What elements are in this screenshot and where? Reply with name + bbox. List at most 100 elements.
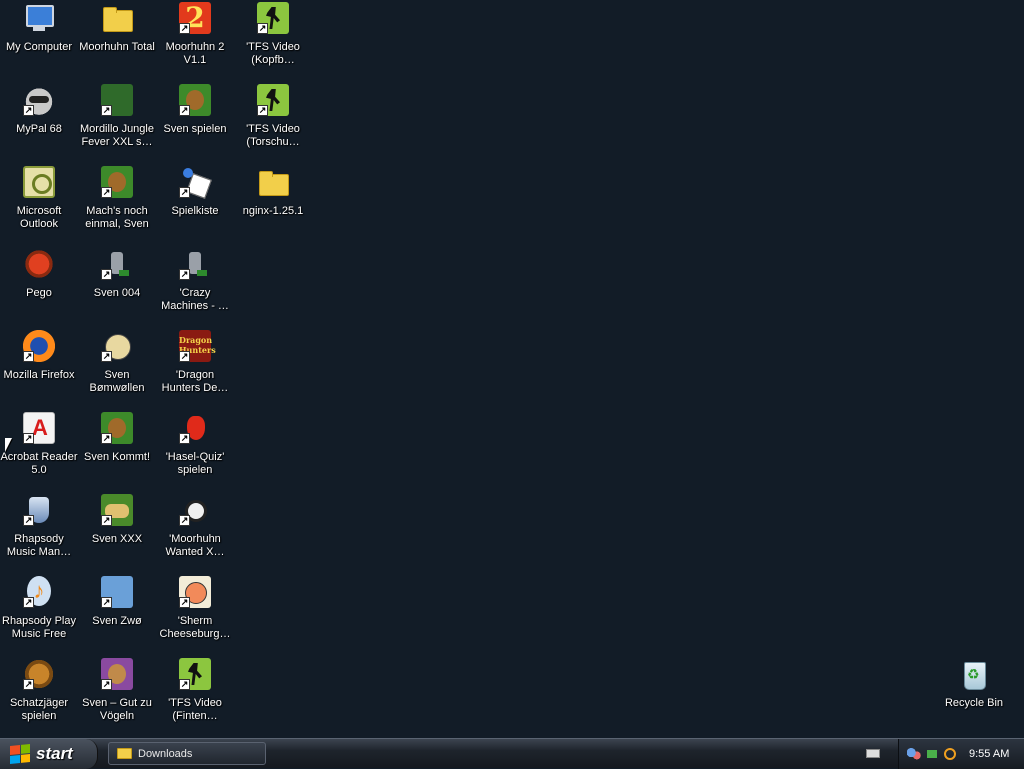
desktop-icon-sven-bomwollen[interactable]: ↗ Sven Bømwøllen <box>78 328 156 395</box>
desktop-icon-label: Mach's noch einmal, Sven <box>85 205 149 230</box>
desktop-icon-label: Sven Bømwøllen <box>89 369 145 394</box>
desktop-icon-pego[interactable]: Pego <box>0 246 78 300</box>
crazy-machines-icon: ↗ <box>179 248 211 280</box>
desktop-icon-label: 'Moorhuhn Wanted X… <box>165 533 225 558</box>
sven-gut-icon: ↗ <box>101 658 133 690</box>
dragon-hunters-icon: Dragon Hunters ↗ <box>179 330 216 362</box>
desktop-icon-schatzjaeger[interactable]: ↗ Schatzjäger spielen <box>0 656 78 723</box>
desktop-icon-my-computer[interactable]: My Computer <box>0 0 78 54</box>
desktop-icon-firefox[interactable]: ↗ Mozilla Firefox <box>0 328 78 382</box>
users-icon[interactable] <box>907 747 921 761</box>
sven-spielen-icon: ↗ <box>179 84 211 116</box>
desktop-icon-label: 'TFS Video (Torschu… <box>246 123 300 148</box>
desktop-icon-label: Sven XXX <box>91 533 143 545</box>
tfs-video-icon: ↗ <box>179 658 211 690</box>
desktop-icon-label: nginx-1.25.1 <box>242 205 304 217</box>
schatzjaeger-icon: ↗ <box>23 658 55 690</box>
desktop-icon-hasel-quiz[interactable]: ↗ 'Hasel-Quiz' spielen <box>156 410 234 477</box>
folder-icon <box>101 2 133 34</box>
clock[interactable]: 9:55 AM <box>969 748 1009 760</box>
desktop-icon-label: Pego <box>26 287 52 299</box>
sven-bomwollen-icon: ↗ <box>101 330 133 362</box>
desktop-icon-crazy-machines[interactable]: ↗ 'Crazy Machines - … <box>156 246 234 313</box>
shortcut-arrow-icon: ↗ <box>101 105 112 116</box>
shortcut-arrow-icon: ↗ <box>23 105 34 116</box>
sven-kommt-icon: ↗ <box>101 412 133 444</box>
desktop-icon-label: Sven – Gut zu Vögeln <box>82 697 152 722</box>
desktop: My Computer ↗ MyPal 68 Microsoft Outlook… <box>0 0 1024 738</box>
network-icon[interactable] <box>925 747 939 761</box>
desktop-icon-tfs-video-torschu[interactable]: ↗ 'TFS Video (Torschu… <box>234 82 312 149</box>
shortcut-arrow-icon: ↗ <box>179 679 190 690</box>
rhapsody-icon: ↗ <box>23 494 55 526</box>
desktop-icon-dragon-hunters[interactable]: Dragon Hunters ↗ 'Dragon Hunters De… <box>156 328 234 395</box>
desktop-icon-label: Moorhuhn Total <box>79 41 155 53</box>
shortcut-arrow-icon: ↗ <box>179 187 190 198</box>
desktop-icon-sven-gut-zu-voegeln[interactable]: ↗ Sven – Gut zu Vögeln <box>78 656 156 723</box>
my-computer-icon <box>23 2 55 34</box>
desktop-icon-label: Schatzjäger spielen <box>9 697 69 722</box>
desktop-icon-tfs-video-finten[interactable]: ↗ 'TFS Video (Finten… <box>156 656 234 723</box>
keyboard-icon[interactable] <box>866 749 880 758</box>
desktop-icon-label: My Computer <box>5 41 73 53</box>
desktop-icon-sven-kommt[interactable]: ↗ Sven Kommt! <box>78 410 156 464</box>
recycle-bin-icon <box>958 658 990 690</box>
shortcut-arrow-icon: ↗ <box>179 597 190 608</box>
desktop-icon-moorhuhn-2[interactable]: 2 ↗ Moorhuhn 2 V1.1 <box>156 0 234 67</box>
mordillo-icon: ↗ <box>101 84 133 116</box>
shortcut-arrow-icon: ↗ <box>179 23 190 34</box>
sven-004-icon: ↗ <box>101 248 133 280</box>
taskbar-window-label: Downloads <box>138 747 193 760</box>
desktop-icon-sven-xxx[interactable]: ↗ Sven XXX <box>78 492 156 546</box>
folder-icon <box>257 166 289 198</box>
desktop-icon-recycle-bin[interactable]: Recycle Bin <box>935 656 1013 710</box>
desktop-icon-label: 'Sherm Cheeseburg… <box>159 615 231 640</box>
desktop-icon-spielkiste[interactable]: ↗ Spielkiste <box>156 164 234 218</box>
desktop-icon-sherm[interactable]: ↗ 'Sherm Cheeseburg… <box>156 574 234 641</box>
moorhuhn-wanted-icon: ↗ <box>179 494 211 526</box>
sherm-icon: ↗ <box>179 576 211 608</box>
desktop-icon-sven-spielen[interactable]: ↗ Sven spielen <box>156 82 234 136</box>
desktop-icon-mypal[interactable]: ↗ MyPal 68 <box>0 82 78 136</box>
desktop-icon-label: Moorhuhn 2 V1.1 <box>165 41 225 66</box>
desktop-icon-moorhuhn-total[interactable]: Moorhuhn Total <box>78 0 156 54</box>
sven-icon: ↗ <box>101 166 133 198</box>
desktop-icon-rhapsody-play[interactable]: ↗ Rhapsody Play Music Free <box>0 574 78 641</box>
outlook-icon <box>23 166 55 198</box>
desktop-icon-label: 'Dragon Hunters De… <box>161 369 229 394</box>
desktop-icon-rhapsody[interactable]: ↗ Rhapsody Music Man… <box>0 492 78 559</box>
shortcut-arrow-icon: ↗ <box>101 433 112 444</box>
spielkiste-icon: ↗ <box>179 166 211 198</box>
taskbar: start Downloads 9:55 AM <box>0 738 1024 769</box>
desktop-icon-tfs-video-kopfb[interactable]: ↗ 'TFS Video (Kopfb… <box>234 0 312 67</box>
pego-icon <box>23 248 55 280</box>
mypal-icon: ↗ <box>23 84 55 116</box>
start-label: start <box>36 744 73 763</box>
shortcut-arrow-icon: ↗ <box>23 433 34 444</box>
sven-xxx-icon: ↗ <box>101 494 133 526</box>
shortcut-arrow-icon: ↗ <box>257 23 268 34</box>
hasel-quiz-icon: ↗ <box>179 412 211 444</box>
desktop-icon-mordillo[interactable]: ↗ Mordillo Jungle Fever XXL s… <box>78 82 156 149</box>
start-button[interactable]: start <box>0 739 98 769</box>
tfs-video-icon: ↗ <box>257 2 289 34</box>
desktop-icon-nginx[interactable]: nginx-1.25.1 <box>234 164 312 218</box>
desktop-icon-moorhuhn-wanted[interactable]: ↗ 'Moorhuhn Wanted X… <box>156 492 234 559</box>
desktop-icon-outlook[interactable]: Microsoft Outlook <box>0 164 78 231</box>
desktop-icon-mach-noch-einmal-sven[interactable]: ↗ Mach's noch einmal, Sven <box>78 164 156 231</box>
rhapsody-play-icon: ↗ <box>23 576 55 608</box>
desktop-icon-label: 'TFS Video (Finten… <box>168 697 222 722</box>
desktop-icon-label: Rhapsody Music Man… <box>6 533 72 558</box>
desktop-icon-sven-zwo[interactable]: ↗ Sven Zwø <box>78 574 156 628</box>
shortcut-arrow-icon: ↗ <box>101 679 112 690</box>
desktop-icon-label: Rhapsody Play Music Free <box>2 615 76 640</box>
desktop-icon-label: MyPal 68 <box>16 123 62 135</box>
taskbar-window-button-downloads[interactable]: Downloads <box>108 742 266 765</box>
moorhuhn-2-icon: 2 ↗ <box>179 2 211 34</box>
shortcut-arrow-icon: ↗ <box>179 269 190 280</box>
search-icon[interactable] <box>943 747 957 761</box>
desktop-icon-label: Sven Zwø <box>92 615 142 627</box>
mouse-cursor-icon <box>5 438 12 452</box>
desktop-icon-sven-004[interactable]: ↗ Sven 004 <box>78 246 156 300</box>
desktop-icon-label: Spielkiste <box>171 205 219 217</box>
